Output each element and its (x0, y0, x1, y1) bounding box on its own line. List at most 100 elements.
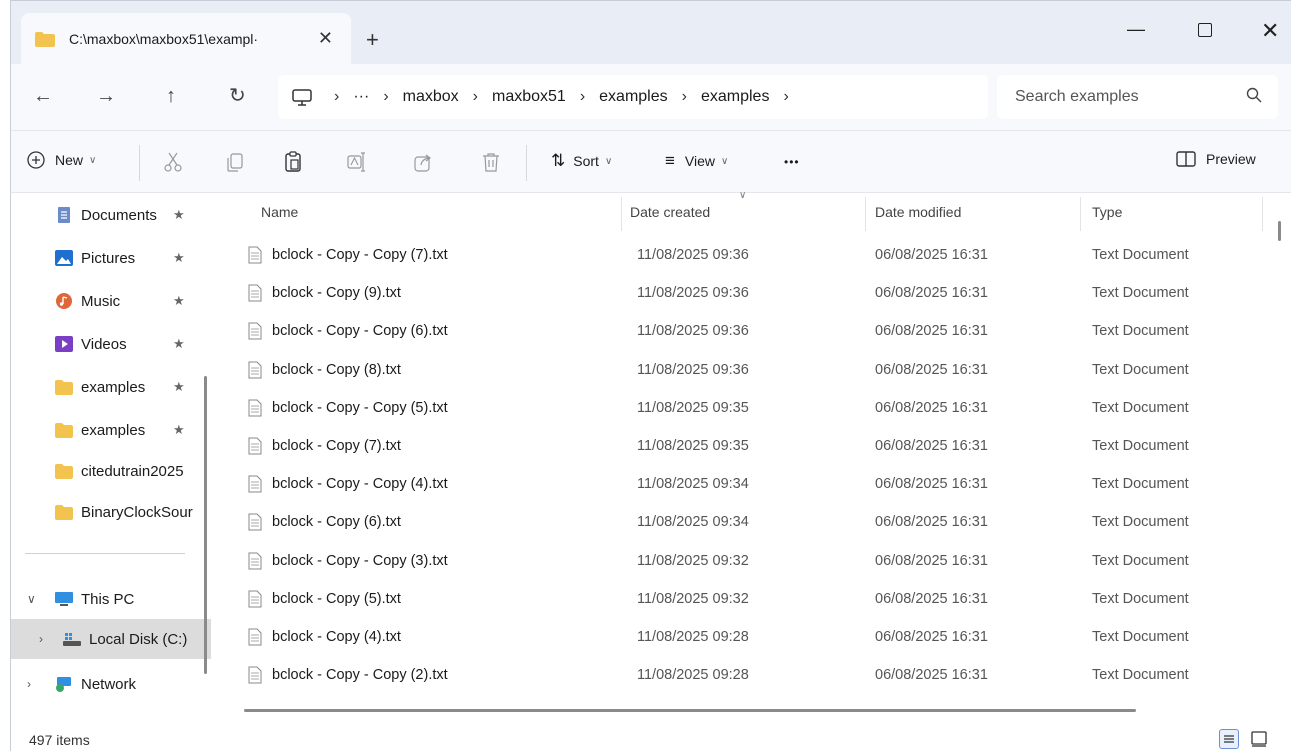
breadcrumb-examples[interactable]: examples (599, 88, 667, 106)
file-name: bclock - Copy - Copy (2).txt (272, 667, 448, 684)
view-button[interactable]: ≡ View ∨ (665, 151, 728, 171)
file-name: bclock - Copy (9).txt (272, 285, 401, 302)
breadcrumb-maxbox51[interactable]: maxbox51 (492, 88, 566, 106)
file-type: Text Document (1092, 285, 1189, 302)
rename-icon[interactable] (346, 151, 366, 173)
pin-icon[interactable]: ★ (173, 336, 185, 352)
sidebar-item-citedutrain2025[interactable]: citedutrain2025 (11, 451, 211, 491)
pin-icon[interactable]: ★ (173, 379, 185, 395)
table-row[interactable]: bclock - Copy (9).txt 11/08/2025 09:36 06/… (220, 275, 1270, 313)
preview-pane-icon (1176, 151, 1196, 167)
breadcrumb-separator: › (783, 88, 789, 105)
column-divider[interactable] (1262, 197, 1263, 231)
item-count: 497 items (29, 732, 90, 748)
table-row[interactable]: bclock - Copy (4).txt 11/08/2025 09:28 06/… (220, 619, 1270, 657)
text-file-icon (248, 437, 262, 455)
sidebar-item-network[interactable]: › Network (11, 664, 211, 704)
table-row[interactable]: bclock - Copy (8).txt 11/08/2025 09:36 06/… (220, 352, 1270, 390)
column-divider[interactable] (1080, 197, 1081, 231)
sidebar-scrollbar[interactable] (204, 376, 207, 674)
file-type: Text Document (1092, 247, 1189, 263)
table-row[interactable]: bclock - Copy - Copy (5).txt 11/08/2025 0… (220, 390, 1270, 428)
table-row[interactable]: bclock - Copy (7).txt 11/08/2025 09:35 06/… (220, 428, 1270, 466)
toolbar-divider (526, 145, 527, 181)
column-header-date-created[interactable]: Date created (630, 204, 710, 220)
breadcrumb-examples-current[interactable]: examples (701, 88, 769, 106)
column-divider[interactable] (621, 197, 622, 231)
sort-icon: ⇅ (551, 151, 566, 170)
horizontal-scrollbar[interactable] (244, 709, 1136, 712)
file-date-modified: 06/08/2025 16:31 (875, 629, 988, 645)
new-button[interactable]: New ∨ (27, 151, 96, 169)
file-date-modified: 06/08/2025 16:31 (875, 667, 988, 684)
column-header-name[interactable]: Name (261, 204, 298, 220)
vertical-scrollbar[interactable] (1278, 221, 1281, 241)
sidebar-item-examples-2[interactable]: examples ★ (11, 410, 211, 450)
details-view-button[interactable] (1219, 729, 1239, 749)
table-row[interactable]: bclock - Copy (6).txt 11/08/2025 09:34 06/… (220, 504, 1270, 542)
sidebar-item-local-disk[interactable]: › Local Disk (C:) (11, 619, 211, 659)
sort-button[interactable]: ⇅ Sort ∨ (551, 151, 612, 171)
pin-icon[interactable]: ★ (173, 207, 185, 223)
plus-circle-icon (27, 151, 45, 169)
preview-button[interactable]: Preview (1176, 151, 1256, 167)
column-divider[interactable] (865, 197, 866, 231)
file-name: bclock - Copy (7).txt (272, 438, 401, 454)
up-button[interactable]: ↑ (166, 86, 176, 106)
search-input[interactable]: Search examples (997, 75, 1278, 119)
pin-icon[interactable]: ★ (173, 250, 185, 266)
breadcrumb-maxbox[interactable]: maxbox (403, 88, 459, 106)
column-header-date-modified[interactable]: Date modified (875, 204, 961, 220)
minimize-button[interactable]: — (1127, 19, 1145, 40)
file-date-modified: 06/08/2025 16:31 (875, 285, 988, 302)
pin-icon[interactable]: ★ (173, 422, 185, 438)
address-bar[interactable]: › ··· › maxbox › maxbox51 › examples › e… (278, 75, 988, 119)
table-row[interactable]: bclock - Copy - Copy (3).txt 11/08/2025 0… (220, 543, 1270, 581)
chevron-down-icon[interactable]: ∨ (27, 592, 36, 606)
file-date-created: 11/08/2025 09:28 (637, 629, 749, 645)
sidebar-item-pictures[interactable]: Pictures ★ (11, 238, 211, 278)
tab-close-icon[interactable]: ✕ (318, 28, 333, 48)
close-window-button[interactable]: ✕ (1261, 18, 1279, 44)
breadcrumb-overflow[interactable]: ··· (353, 88, 369, 106)
copy-icon[interactable] (225, 151, 245, 173)
file-type: Text Document (1092, 476, 1189, 493)
sidebar-item-binaryclocksour[interactable]: BinaryClockSour (11, 492, 211, 532)
more-options-button[interactable]: ••• (784, 155, 800, 169)
column-header-type[interactable]: Type (1092, 204, 1122, 220)
file-date-created: 11/08/2025 09:32 (637, 590, 749, 607)
share-icon[interactable] (413, 151, 433, 173)
sidebar-item-this-pc[interactable]: ∨ This PC (11, 579, 211, 619)
table-row[interactable]: bclock - Copy - Copy (6).txt 11/08/2025 0… (220, 313, 1270, 351)
paste-icon[interactable] (283, 151, 303, 173)
sidebar-item-examples[interactable]: examples ★ (11, 367, 211, 407)
new-tab-button[interactable]: + (366, 27, 379, 53)
table-row[interactable]: bclock - Copy (5).txt 11/08/2025 09:32 06/… (220, 581, 1270, 619)
sort-label: Sort (573, 153, 599, 169)
chevron-right-icon[interactable]: › (39, 632, 43, 646)
breadcrumb-separator: › (334, 88, 340, 105)
file-date-created: 11/08/2025 09:28 (637, 667, 749, 684)
sidebar-item-videos[interactable]: Videos ★ (11, 324, 211, 364)
sidebar-item-documents[interactable]: Documents ★ (11, 195, 211, 235)
chevron-right-icon[interactable]: › (27, 677, 31, 691)
tiles-view-icon[interactable] (1249, 729, 1269, 749)
new-label: New (55, 152, 84, 168)
cut-icon[interactable] (163, 151, 183, 173)
forward-button[interactable]: → (96, 86, 116, 106)
delete-icon[interactable] (481, 151, 501, 173)
table-row[interactable]: bclock - Copy - Copy (2).txt 11/08/2025 0… (220, 657, 1270, 695)
table-row[interactable]: bclock - Copy - Copy (4).txt 11/08/2025 0… (220, 466, 1270, 504)
maximize-button[interactable] (1198, 23, 1212, 37)
pin-icon[interactable]: ★ (173, 293, 185, 309)
search-icon[interactable] (1246, 87, 1262, 103)
file-type: Text Document (1092, 399, 1189, 416)
refresh-button[interactable]: ↻ (229, 86, 246, 106)
text-file-icon (248, 590, 262, 608)
active-tab[interactable]: C:\maxbox\maxbox51\exampl· ✕ (21, 13, 351, 65)
view-icon: ≡ (665, 151, 675, 170)
sidebar-item-music[interactable]: Music ★ (11, 281, 211, 321)
column-header-row: Name ∨ Date created Date modified Type (220, 190, 1270, 233)
back-button[interactable]: ← (33, 86, 53, 106)
table-row[interactable]: bclock - Copy - Copy (7).txt 11/08/2025 0… (220, 237, 1270, 275)
